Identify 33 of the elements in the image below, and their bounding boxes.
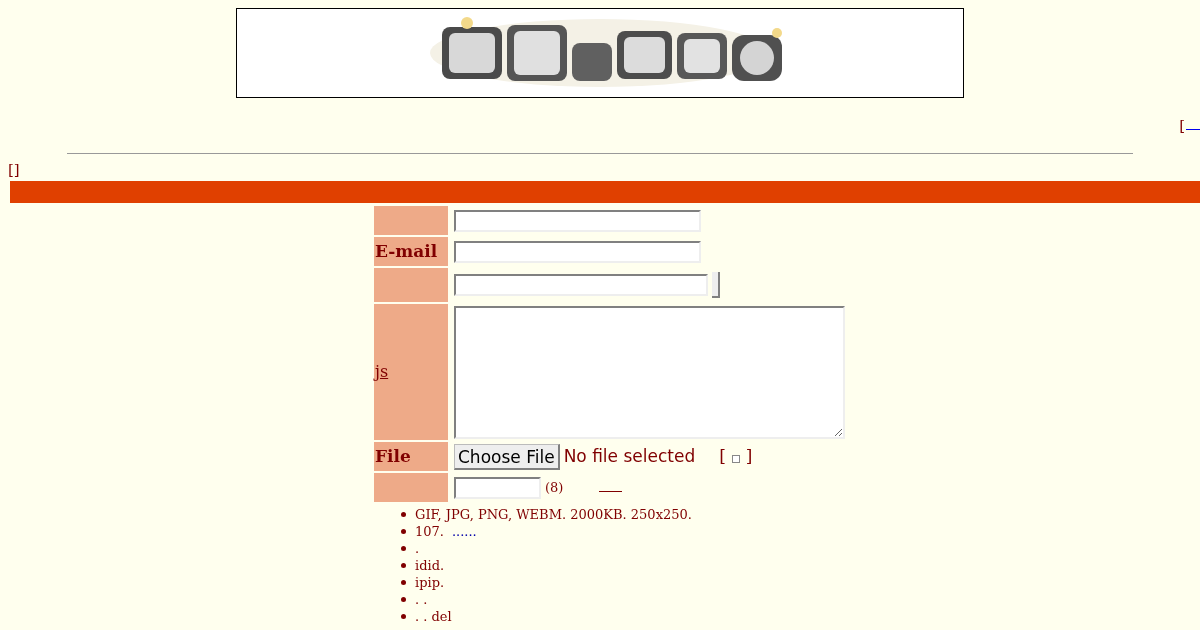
note-text: idid. (415, 557, 445, 574)
submit-button[interactable] (712, 272, 720, 298)
bracket: ] (745, 444, 753, 468)
bullet-icon (401, 580, 406, 585)
length-note: (8) (545, 478, 564, 497)
text-field[interactable] (454, 240, 701, 263)
js-link[interactable]: js (375, 360, 389, 384)
field-label: E-mail (375, 239, 438, 263)
note-text: 107. (415, 523, 444, 540)
bullet-icon (401, 512, 406, 517)
bracket: [] (8, 161, 20, 179)
note-link[interactable]: ...... (451, 523, 477, 540)
bullet-icon (401, 597, 406, 602)
note-text: . (415, 540, 420, 557)
bullet-icon (401, 614, 406, 619)
bracket: [ (719, 444, 726, 468)
link[interactable] (599, 491, 623, 492)
field-label: File (375, 444, 411, 468)
choose-file-button[interactable]: Choose File (454, 443, 560, 470)
note-text: . . del (415, 608, 452, 625)
bullet-icon (401, 529, 406, 534)
bullet-icon (401, 563, 406, 568)
bullet-icon (401, 546, 406, 551)
bracket: [ (1179, 116, 1185, 132)
comment-textarea[interactable] (454, 305, 845, 439)
file-status: No file selected (563, 444, 696, 468)
text-field[interactable] (454, 274, 708, 296)
password-field[interactable] (454, 476, 541, 499)
checkbox[interactable] (731, 454, 740, 463)
note-text: . . (415, 591, 428, 608)
note-text: ipip. (415, 574, 445, 591)
text-field[interactable] (454, 209, 701, 232)
note-text: GIF, JPG, PNG, WEBM. 2000KB. 250x250. (415, 506, 692, 523)
